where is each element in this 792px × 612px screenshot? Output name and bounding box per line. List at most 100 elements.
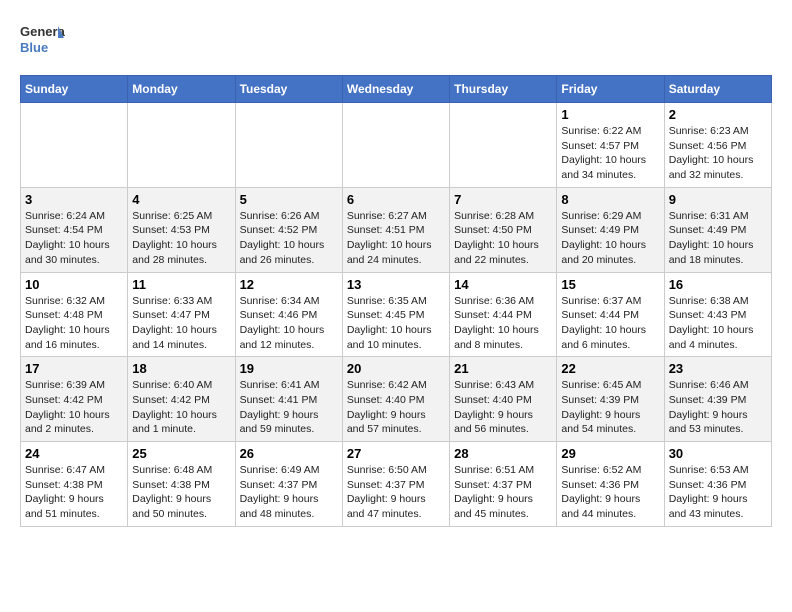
- cell-text: Sunrise: 6:52 AM Sunset: 4:36 PM Dayligh…: [561, 463, 659, 522]
- day-number: 22: [561, 361, 659, 376]
- calendar-cell: [21, 103, 128, 188]
- calendar-cell: 30 Sunrise: 6:53 AM Sunset: 4:36 PM Dayli…: [664, 442, 771, 527]
- calendar-cell: 26Sunrise: 6:49 AM Sunset: 4:37 PM Dayli…: [235, 442, 342, 527]
- weekday-header: Tuesday: [235, 76, 342, 103]
- cell-text: Sunrise: 6:27 AM Sunset: 4:51 PM Dayligh…: [347, 209, 445, 268]
- calendar-cell: 2 Sunrise: 6:23 AM Sunset: 4:56 PM Daylig…: [664, 103, 771, 188]
- calendar-cell: 1 Sunrise: 6:22 AM Sunset: 4:57 PM Daylig…: [557, 103, 664, 188]
- cell-text: Sunrise: 6:40 AM Sunset: 4:42 PM Dayligh…: [132, 378, 230, 437]
- calendar-cell: 18 Sunrise: 6:40 AM Sunset: 4:42 PM Dayli…: [128, 357, 235, 442]
- day-number: 15: [561, 277, 659, 292]
- logo-svg: General Blue: [20, 20, 65, 65]
- calendar-cell: 12 Sunrise: 6:34 AM Sunset: 4:46 PM Dayli…: [235, 272, 342, 357]
- calendar-cell: 22 Sunrise: 6:45 AM Sunset: 4:39 PM Dayli…: [557, 357, 664, 442]
- weekday-header: Wednesday: [342, 76, 449, 103]
- cell-text: Sunrise: 6:34 AM Sunset: 4:46 PM Dayligh…: [240, 294, 338, 353]
- logo: General Blue: [20, 20, 65, 65]
- calendar-cell: 10 Sunrise: 6:32 AM Sunset: 4:48 PM Dayli…: [21, 272, 128, 357]
- cell-text: Sunrise: 6:46 AM Sunset: 4:39 PM Dayligh…: [669, 378, 767, 437]
- day-number: 18: [132, 361, 230, 376]
- calendar-table: SundayMondayTuesdayWednesdayThursdayFrid…: [20, 75, 772, 527]
- weekday-header: Monday: [128, 76, 235, 103]
- calendar-cell: 20Sunrise: 6:42 AM Sunset: 4:40 PM Dayli…: [342, 357, 449, 442]
- day-number: 17: [25, 361, 123, 376]
- day-number: 12: [240, 277, 338, 292]
- day-number: 16: [669, 277, 767, 292]
- cell-text: Sunrise: 6:22 AM Sunset: 4:57 PM Dayligh…: [561, 124, 659, 183]
- cell-text: Sunrise: 6:49 AM Sunset: 4:37 PM Dayligh…: [240, 463, 338, 522]
- day-number: 8: [561, 192, 659, 207]
- cell-text: Sunrise: 6:35 AM Sunset: 4:45 PM Dayligh…: [347, 294, 445, 353]
- weekday-header: Saturday: [664, 76, 771, 103]
- calendar-cell: 4 Sunrise: 6:25 AM Sunset: 4:53 PM Daylig…: [128, 187, 235, 272]
- day-number: 21: [454, 361, 552, 376]
- cell-text: Sunrise: 6:25 AM Sunset: 4:53 PM Dayligh…: [132, 209, 230, 268]
- weekday-header-row: SundayMondayTuesdayWednesdayThursdayFrid…: [21, 76, 772, 103]
- calendar-cell: 3Sunrise: 6:24 AM Sunset: 4:54 PM Daylig…: [21, 187, 128, 272]
- cell-text: Sunrise: 6:26 AM Sunset: 4:52 PM Dayligh…: [240, 209, 338, 268]
- day-number: 4: [132, 192, 230, 207]
- cell-text: Sunrise: 6:31 AM Sunset: 4:49 PM Dayligh…: [669, 209, 767, 268]
- day-number: 5: [240, 192, 338, 207]
- calendar-cell: 24 Sunrise: 6:47 AM Sunset: 4:38 PM Dayli…: [21, 442, 128, 527]
- calendar-cell: 5 Sunrise: 6:26 AM Sunset: 4:52 PM Daylig…: [235, 187, 342, 272]
- cell-text: Sunrise: 6:29 AM Sunset: 4:49 PM Dayligh…: [561, 209, 659, 268]
- calendar-cell: [128, 103, 235, 188]
- cell-text: Sunrise: 6:33 AM Sunset: 4:47 PM Dayligh…: [132, 294, 230, 353]
- cell-text: Sunrise: 6:43 AM Sunset: 4:40 PM Dayligh…: [454, 378, 552, 437]
- calendar-cell: 17 Sunrise: 6:39 AM Sunset: 4:42 PM Dayli…: [21, 357, 128, 442]
- day-number: 25: [132, 446, 230, 461]
- calendar-cell: 14Sunrise: 6:36 AM Sunset: 4:44 PM Dayli…: [450, 272, 557, 357]
- weekday-header: Sunday: [21, 76, 128, 103]
- calendar-week-row: 24 Sunrise: 6:47 AM Sunset: 4:38 PM Dayli…: [21, 442, 772, 527]
- calendar-cell: 9 Sunrise: 6:31 AM Sunset: 4:49 PM Daylig…: [664, 187, 771, 272]
- calendar-cell: 13 Sunrise: 6:35 AM Sunset: 4:45 PM Dayli…: [342, 272, 449, 357]
- calendar-cell: [342, 103, 449, 188]
- calendar-cell: 8 Sunrise: 6:29 AM Sunset: 4:49 PM Daylig…: [557, 187, 664, 272]
- calendar-week-row: 17 Sunrise: 6:39 AM Sunset: 4:42 PM Dayli…: [21, 357, 772, 442]
- day-number: 20: [347, 361, 445, 376]
- calendar-week-row: 1 Sunrise: 6:22 AM Sunset: 4:57 PM Daylig…: [21, 103, 772, 188]
- calendar-cell: 19Sunrise: 6:41 AM Sunset: 4:41 PM Dayli…: [235, 357, 342, 442]
- calendar-cell: 29 Sunrise: 6:52 AM Sunset: 4:36 PM Dayli…: [557, 442, 664, 527]
- cell-text: Sunrise: 6:48 AM Sunset: 4:38 PM Dayligh…: [132, 463, 230, 522]
- day-number: 24: [25, 446, 123, 461]
- day-number: 28: [454, 446, 552, 461]
- day-number: 9: [669, 192, 767, 207]
- day-number: 1: [561, 107, 659, 122]
- cell-text: Sunrise: 6:50 AM Sunset: 4:37 PM Dayligh…: [347, 463, 445, 522]
- header: General Blue: [20, 20, 772, 65]
- calendar-cell: 15 Sunrise: 6:37 AM Sunset: 4:44 PM Dayli…: [557, 272, 664, 357]
- weekday-header: Thursday: [450, 76, 557, 103]
- calendar-cell: 25 Sunrise: 6:48 AM Sunset: 4:38 PM Dayli…: [128, 442, 235, 527]
- calendar-week-row: 10 Sunrise: 6:32 AM Sunset: 4:48 PM Dayli…: [21, 272, 772, 357]
- calendar-cell: 6 Sunrise: 6:27 AM Sunset: 4:51 PM Daylig…: [342, 187, 449, 272]
- day-number: 10: [25, 277, 123, 292]
- cell-text: Sunrise: 6:32 AM Sunset: 4:48 PM Dayligh…: [25, 294, 123, 353]
- svg-text:Blue: Blue: [20, 40, 48, 55]
- calendar-cell: 7Sunrise: 6:28 AM Sunset: 4:50 PM Daylig…: [450, 187, 557, 272]
- calendar-cell: [235, 103, 342, 188]
- weekday-header: Friday: [557, 76, 664, 103]
- calendar-cell: 21 Sunrise: 6:43 AM Sunset: 4:40 PM Dayli…: [450, 357, 557, 442]
- day-number: 13: [347, 277, 445, 292]
- calendar-cell: 23Sunrise: 6:46 AM Sunset: 4:39 PM Dayli…: [664, 357, 771, 442]
- cell-text: Sunrise: 6:53 AM Sunset: 4:36 PM Dayligh…: [669, 463, 767, 522]
- cell-text: Sunrise: 6:47 AM Sunset: 4:38 PM Dayligh…: [25, 463, 123, 522]
- cell-text: Sunrise: 6:23 AM Sunset: 4:56 PM Dayligh…: [669, 124, 767, 183]
- cell-text: Sunrise: 6:36 AM Sunset: 4:44 PM Dayligh…: [454, 294, 552, 353]
- calendar-cell: 11 Sunrise: 6:33 AM Sunset: 4:47 PM Dayli…: [128, 272, 235, 357]
- cell-text: Sunrise: 6:37 AM Sunset: 4:44 PM Dayligh…: [561, 294, 659, 353]
- cell-text: Sunrise: 6:45 AM Sunset: 4:39 PM Dayligh…: [561, 378, 659, 437]
- calendar-cell: 28Sunrise: 6:51 AM Sunset: 4:37 PM Dayli…: [450, 442, 557, 527]
- day-number: 7: [454, 192, 552, 207]
- cell-text: Sunrise: 6:24 AM Sunset: 4:54 PM Dayligh…: [25, 209, 123, 268]
- day-number: 2: [669, 107, 767, 122]
- day-number: 6: [347, 192, 445, 207]
- day-number: 29: [561, 446, 659, 461]
- cell-text: Sunrise: 6:39 AM Sunset: 4:42 PM Dayligh…: [25, 378, 123, 437]
- day-number: 11: [132, 277, 230, 292]
- day-number: 27: [347, 446, 445, 461]
- calendar-cell: 16Sunrise: 6:38 AM Sunset: 4:43 PM Dayli…: [664, 272, 771, 357]
- day-number: 30: [669, 446, 767, 461]
